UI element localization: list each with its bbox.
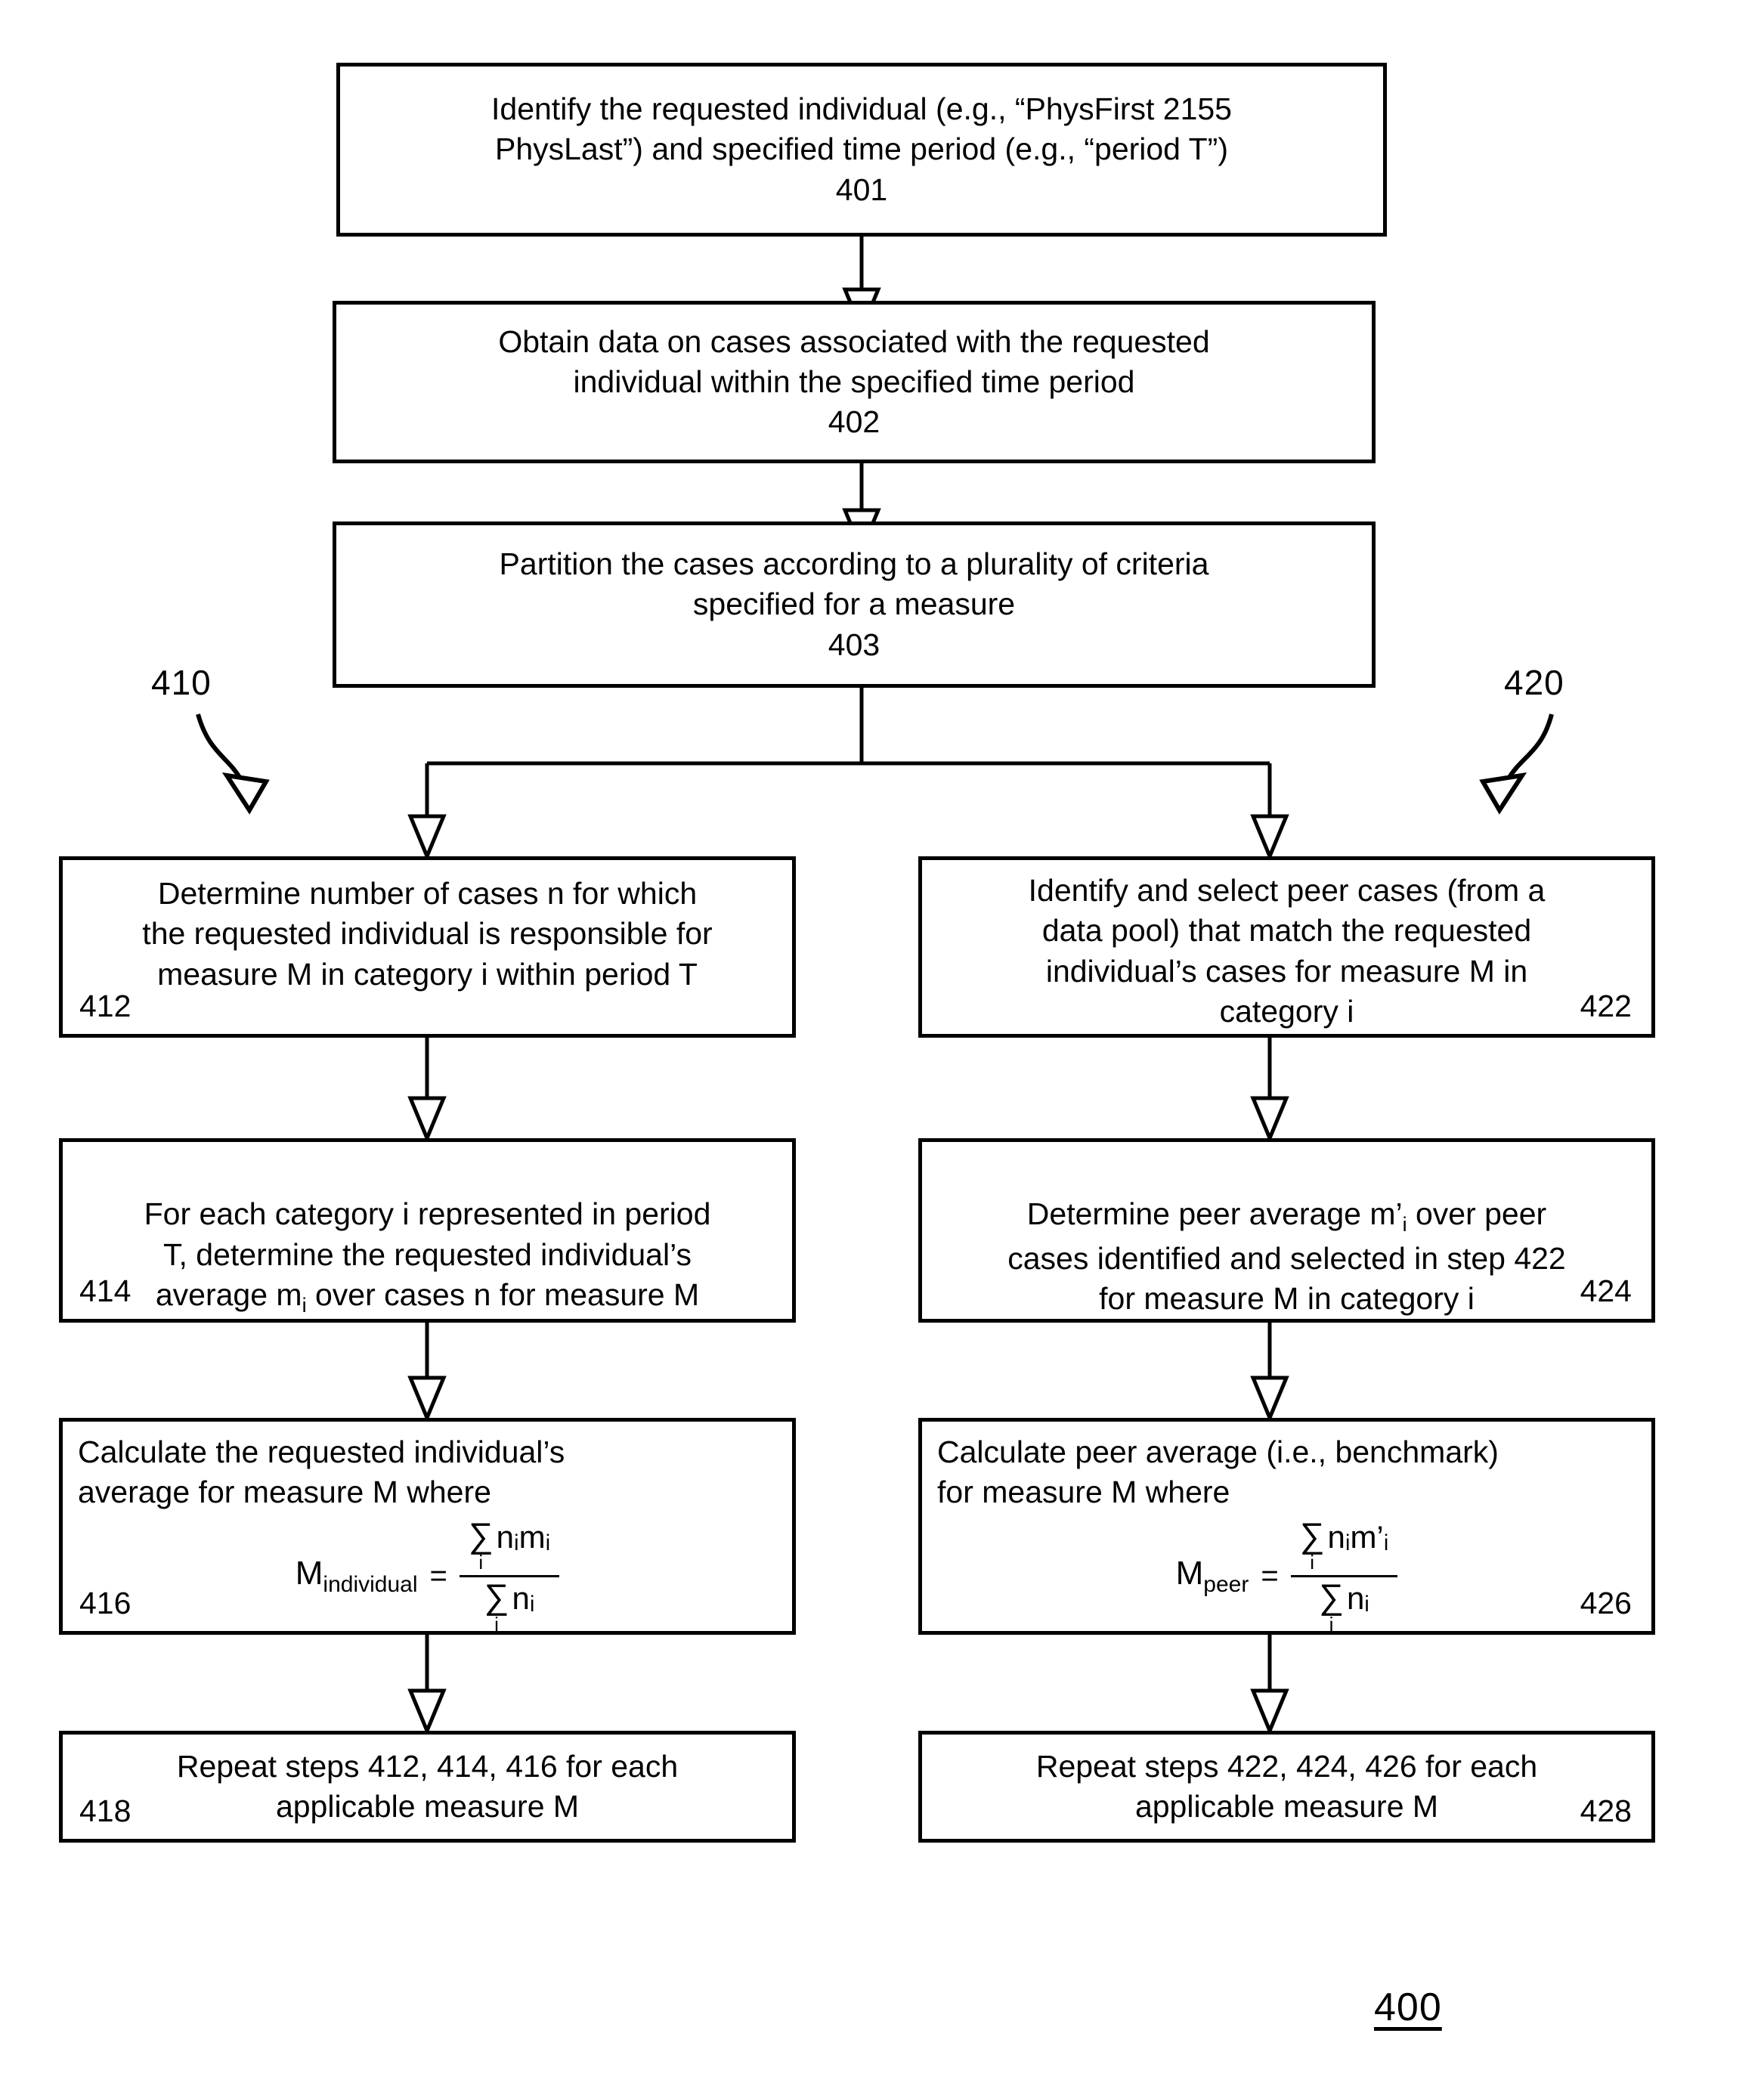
step-box-414: For each category i represented in perio… — [59, 1138, 796, 1323]
step-box-402: Obtain data on cases associated with the… — [333, 301, 1376, 463]
step-402-number: 402 — [828, 404, 880, 440]
formula-416-equals: = — [429, 1558, 447, 1592]
step-402-text: Obtain data on cases associated with the… — [498, 323, 1210, 399]
step-414-text-tail: over cases n for measure M — [306, 1277, 700, 1312]
formula-416-lhs-symbol: M — [295, 1555, 323, 1592]
formula-416-denominator-term: nᵢ — [512, 1580, 535, 1616]
formula-426-numerator-sigma: ∑ i — [1299, 1515, 1325, 1574]
formula-426-denominator: ∑ i nᵢ — [1310, 1576, 1379, 1636]
step-416-number: 416 — [79, 1585, 132, 1620]
step-424-number: 424 — [1580, 1273, 1632, 1308]
branch-420-arrowhead — [1479, 772, 1527, 815]
formula-426-equals: = — [1261, 1558, 1279, 1592]
sigma-icon: ∑ — [484, 1576, 509, 1616]
step-418-number: 418 — [79, 1793, 132, 1828]
formula-416-denominator-index: i — [494, 1612, 499, 1636]
step-426-number: 426 — [1580, 1585, 1632, 1620]
formula-426-numerator-index: i — [1310, 1551, 1314, 1574]
step-426-formula: Mpeer = ∑ i nᵢm’ᵢ ∑ i nᵢ — [1176, 1515, 1398, 1636]
step-416-formula: Mindividual = ∑ i nᵢmᵢ ∑ i nᵢ — [296, 1515, 560, 1636]
branch-label-420: 420 — [1504, 663, 1564, 702]
step-box-426: Calculate peer average (i.e., benchmark)… — [918, 1418, 1655, 1635]
branch-410-arrow — [196, 713, 243, 780]
sigma-icon: ∑ — [1319, 1576, 1344, 1616]
step-401-text: Identify the requested individual (e.g.,… — [491, 91, 1232, 167]
sigma-icon: ∑ — [1299, 1515, 1325, 1555]
step-401-number: 401 — [835, 172, 888, 207]
step-418-text: Repeat steps 412, 414, 416 for each appl… — [176, 1748, 679, 1824]
formula-426-numerator: ∑ i nᵢm’ᵢ — [1291, 1515, 1398, 1574]
formula-416-denominator-sigma: ∑ i — [484, 1576, 509, 1636]
branch-420-arrow — [1506, 713, 1554, 780]
formula-426-lhs: Mpeer — [1176, 1555, 1249, 1598]
sigma-icon: ∑ — [468, 1515, 494, 1555]
formula-426-denominator-sigma: ∑ i — [1319, 1576, 1344, 1636]
formula-416-fraction-bar — [459, 1574, 560, 1577]
step-box-422: Identify and select peer cases (from a d… — [918, 856, 1655, 1038]
formula-416-lhs: Mindividual — [296, 1555, 418, 1598]
formula-426-lhs-subscript: peer — [1203, 1571, 1249, 1597]
step-414-number: 414 — [79, 1273, 132, 1308]
formula-426-denominator-term: nᵢ — [1346, 1580, 1369, 1616]
step-412-number: 412 — [79, 988, 132, 1023]
step-box-416: Calculate the requested individual’s ave… — [59, 1418, 796, 1635]
formula-416-numerator-sigma: ∑ i — [468, 1515, 494, 1574]
branch-410-arrowhead — [221, 772, 270, 815]
step-box-401: Identify the requested individual (e.g.,… — [336, 63, 1387, 237]
formula-416-numerator-index: i — [478, 1551, 484, 1574]
step-424-text: Determine peer average m’i over peer cas… — [922, 1154, 1651, 1319]
formula-426-fraction: ∑ i nᵢm’ᵢ ∑ i nᵢ — [1290, 1515, 1398, 1636]
branch-label-410: 410 — [151, 663, 212, 702]
step-403-text: Partition the cases according to a plura… — [499, 546, 1209, 622]
formula-416-numerator-term: nᵢmᵢ — [496, 1518, 551, 1555]
step-box-418: Repeat steps 412, 414, 416 for each appl… — [59, 1731, 796, 1843]
formula-426-lhs-symbol: M — [1175, 1555, 1204, 1592]
step-422-text: Identify and select peer cases (from a d… — [1028, 873, 1546, 1029]
step-416-text: Calculate the requested individual’s ave… — [78, 1434, 565, 1510]
patent-flowchart-figure: 410 420 Identify the requested individua… — [0, 0, 1764, 2089]
formula-416-fraction: ∑ i nᵢmᵢ ∑ i nᵢ — [459, 1515, 560, 1636]
step-414-text: For each category i represented in perio… — [63, 1154, 792, 1319]
step-428-text: Repeat steps 422, 424, 426 for each appl… — [1035, 1748, 1538, 1824]
formula-416-numerator: ∑ i nᵢmᵢ — [460, 1515, 559, 1574]
step-box-412: Determine number of cases n for which th… — [59, 856, 796, 1038]
formula-426-numerator-term: nᵢm’ᵢ — [1327, 1518, 1389, 1555]
figure-number: 400 — [1374, 1985, 1442, 2029]
step-412-text: Determine number of cases n for which th… — [142, 876, 713, 992]
step-422-number: 422 — [1580, 988, 1632, 1023]
step-403-number: 403 — [828, 627, 880, 662]
formula-416-denominator: ∑ i nᵢ — [475, 1576, 544, 1636]
step-424-text-main: Determine peer average m’ — [1026, 1196, 1403, 1232]
step-box-403: Partition the cases according to a plura… — [333, 521, 1376, 688]
step-428-number: 428 — [1580, 1793, 1632, 1828]
formula-416-lhs-subscript: individual — [323, 1571, 418, 1597]
step-426-text: Calculate peer average (i.e., benchmark)… — [937, 1434, 1499, 1510]
step-box-428: Repeat steps 422, 424, 426 for each appl… — [918, 1731, 1655, 1843]
step-box-424: Determine peer average m’i over peer cas… — [918, 1138, 1655, 1323]
formula-426-denominator-index: i — [1329, 1612, 1334, 1636]
formula-426-fraction-bar — [1290, 1574, 1398, 1577]
